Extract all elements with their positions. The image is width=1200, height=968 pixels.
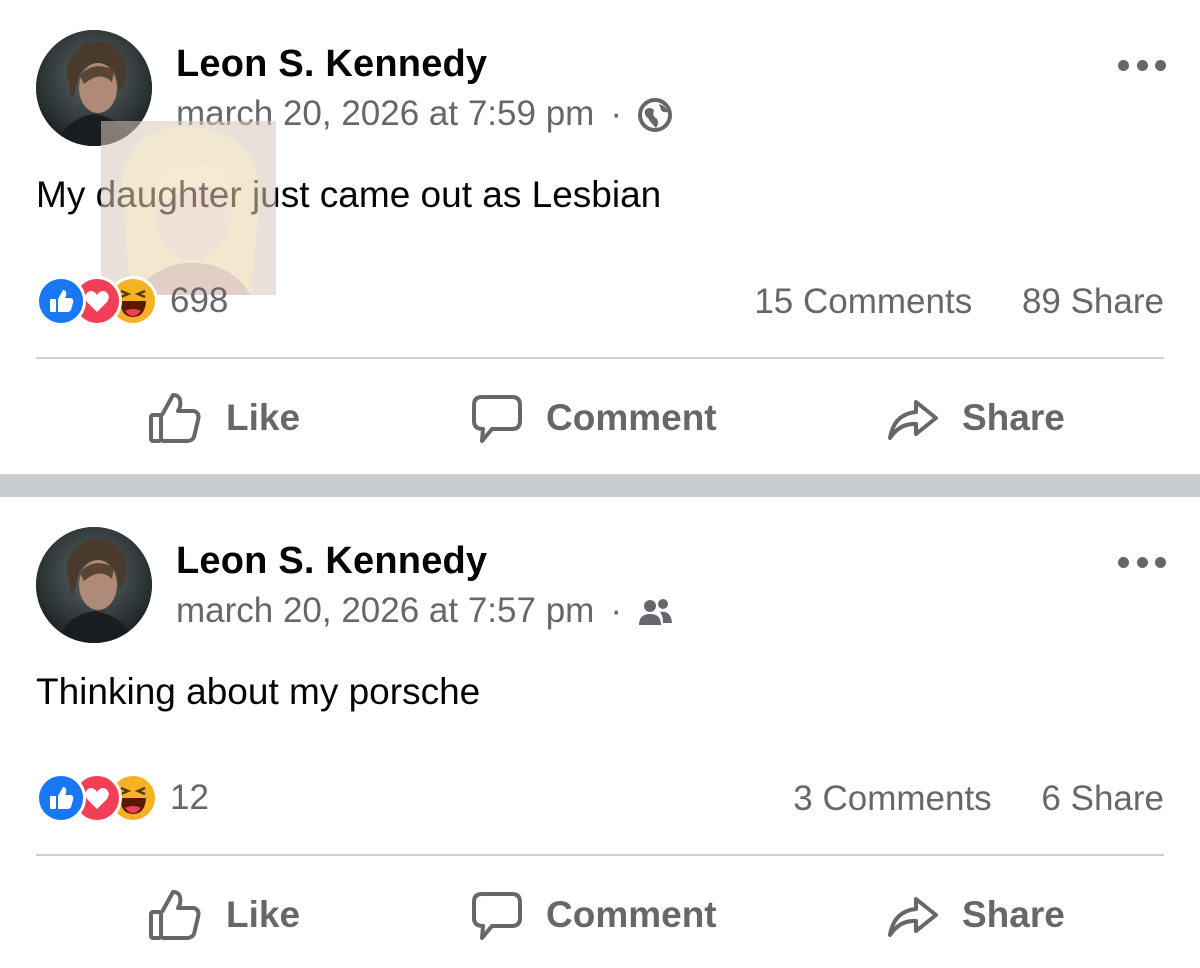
share-button[interactable]: Share — [884, 385, 1065, 451]
share-button[interactable]: Share — [884, 882, 1065, 948]
reaction-count: 12 — [170, 778, 209, 817]
feed-post: Leon S. Kennedy march 20, 2026 at 7:57 p… — [0, 497, 1200, 968]
more-options-icon[interactable] — [1118, 58, 1166, 72]
post-actions: Like Comment Share — [0, 882, 1200, 948]
comments-count-link[interactable]: 15 Comments — [754, 282, 972, 321]
comment-label: Comment — [546, 397, 717, 438]
post-timestamp[interactable]: march 20, 2026 at 7:59 pm — [176, 94, 594, 134]
reaction-summary[interactable]: 698 — [36, 276, 229, 326]
reaction-count: 698 — [170, 281, 229, 320]
post-stats: 15 Comments 89 Share — [754, 282, 1164, 322]
reaction-summary[interactable]: 12 — [36, 773, 209, 823]
like-button[interactable]: Like — [146, 882, 300, 948]
like-button[interactable]: Like — [146, 385, 300, 451]
comment-button[interactable]: Comment — [470, 385, 717, 451]
more-options-icon[interactable] — [1118, 555, 1166, 569]
meta-separator: · — [610, 591, 622, 630]
comment-bubble-icon — [472, 892, 522, 940]
shares-count-link[interactable]: 6 Share — [1041, 779, 1164, 818]
post-timestamp[interactable]: march 20, 2026 at 7:57 pm — [176, 591, 594, 631]
like-label: Like — [226, 894, 301, 935]
shares-count-link[interactable]: 89 Share — [1022, 282, 1164, 321]
author-name[interactable]: Leon S. Kennedy — [176, 540, 487, 583]
like-label: Like — [226, 397, 301, 438]
like-reaction-icon — [36, 773, 86, 823]
thumbs-up-icon — [149, 890, 201, 940]
post-stats: 3 Comments 6 Share — [793, 779, 1164, 819]
post-meta: march 20, 2026 at 7:59 pm · — [176, 94, 674, 134]
post-actions: Like Comment Share — [0, 385, 1200, 451]
feed-separator — [0, 474, 1200, 497]
feed-post: Leon S. Kennedy march 20, 2026 at 7:59 p… — [0, 0, 1200, 474]
divider — [36, 854, 1164, 856]
author-avatar[interactable] — [36, 527, 152, 643]
author-avatar[interactable] — [36, 30, 152, 146]
post-text: My daughter just came out as Lesbian — [36, 174, 662, 215]
share-label: Share — [962, 894, 1065, 935]
comment-bubble-icon — [472, 395, 522, 443]
comment-button[interactable]: Comment — [470, 882, 717, 948]
share-label: Share — [962, 397, 1065, 438]
like-reaction-icon — [36, 276, 86, 326]
comments-count-link[interactable]: 3 Comments — [793, 779, 991, 818]
post-text: Thinking about my porsche — [36, 671, 481, 712]
author-name[interactable]: Leon S. Kennedy — [176, 43, 487, 86]
thumbs-up-icon — [149, 393, 201, 443]
comment-label: Comment — [546, 894, 717, 935]
meta-separator: · — [610, 94, 622, 133]
friends-icon — [636, 593, 674, 631]
divider — [36, 357, 1164, 359]
post-meta: march 20, 2026 at 7:57 pm · — [176, 591, 674, 631]
share-arrow-icon — [888, 400, 938, 440]
globe-icon — [636, 96, 674, 134]
share-arrow-icon — [888, 897, 938, 937]
